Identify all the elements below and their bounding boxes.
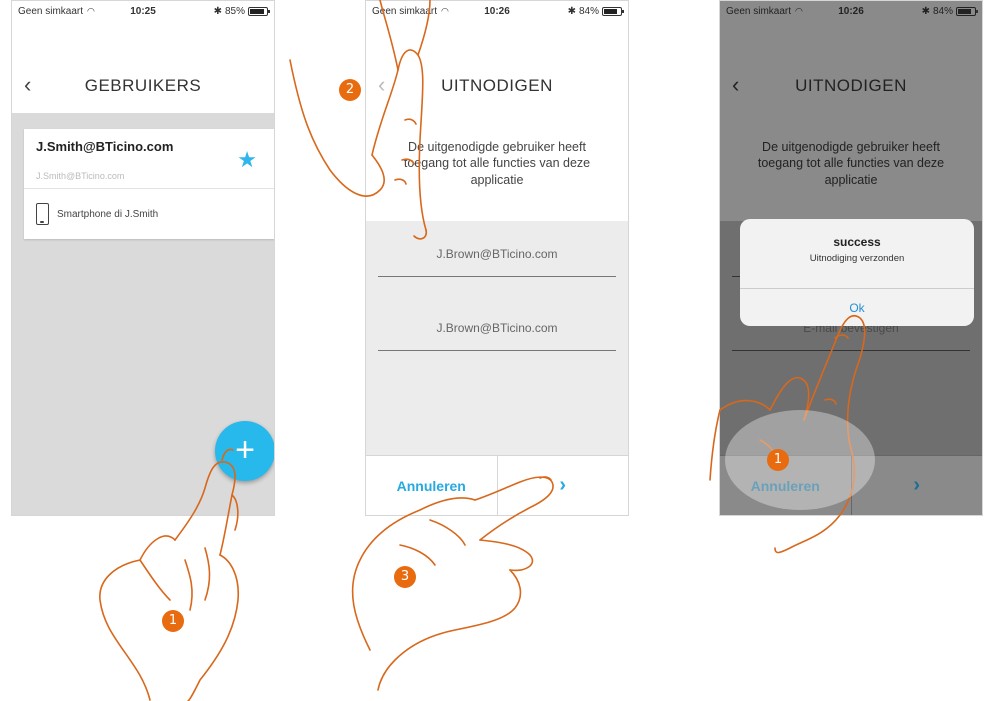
back-button[interactable]: ‹	[378, 74, 385, 96]
user-email: J.Smith@BTicino.com	[36, 139, 174, 154]
clock: 10:26	[838, 5, 864, 17]
nav-bar: ‹ UITNODIGEN	[366, 59, 628, 113]
footer-bar: Annuleren ›	[366, 455, 628, 515]
footer-bar: Annuleren ›	[720, 455, 982, 515]
next-button[interactable]: ›	[498, 456, 629, 515]
user-sub-email: J.Smith@BTicino.com	[36, 171, 125, 181]
dialog-message: Uitnodiging verzonden	[809, 253, 905, 264]
page-title: GEBRUIKERS	[84, 76, 202, 95]
dialog-ok-button[interactable]: Ok	[740, 288, 974, 326]
page-title: UITNODIGEN	[441, 76, 553, 95]
user-card[interactable]: J.Smith@BTicino.com J.Smith@BTicino.com …	[24, 129, 274, 239]
add-user-button[interactable]: +	[215, 421, 274, 481]
device-row[interactable]: Smartphone di J.Smith	[24, 189, 274, 239]
email-field[interactable]: J.Brown@BTicino.com	[378, 237, 616, 277]
back-button[interactable]: ‹	[732, 74, 739, 96]
confirm-email-field[interactable]: J.Brown@BTicino.com	[378, 311, 616, 351]
nav-bar: ‹ GEBRUIKERS	[12, 59, 274, 113]
clock: 10:26	[484, 5, 510, 17]
battery-icon	[602, 6, 624, 16]
star-icon[interactable]: ★	[237, 147, 257, 173]
nav-bar: ‹ UITNODIGEN	[720, 59, 982, 113]
step-badge: 1	[162, 610, 184, 632]
screen-users: Geen simkaart ◠ 10:25 ✱ 85% ‹ GEBRUIKERS…	[11, 0, 275, 516]
success-dialog: success Uitnodiging verzonden Ok	[740, 219, 974, 326]
smartphone-icon	[36, 203, 49, 225]
back-button[interactable]: ‹	[24, 74, 31, 96]
invite-description: De uitgenodigde gebruiker heeft toegang …	[720, 113, 982, 221]
page-title: UITNODIGEN	[795, 76, 907, 95]
device-label: Smartphone di J.Smith	[57, 208, 159, 220]
invite-description: De uitgenodigde gebruiker heeft toegang …	[366, 113, 628, 221]
step-badge: 1	[767, 449, 789, 471]
step-badge: 2	[339, 79, 361, 101]
status-bar: Geen simkaart ◠ 10:26 ✱ 84%	[720, 1, 982, 21]
step-badge: 3	[394, 566, 416, 588]
cancel-button[interactable]: Annuleren	[366, 456, 498, 515]
status-bar: Geen simkaart ◠ 10:25 ✱ 85%	[12, 1, 274, 21]
battery-icon	[248, 6, 270, 16]
battery-icon	[956, 6, 978, 16]
status-bar: Geen simkaart ◠ 10:26 ✱ 84%	[366, 1, 628, 21]
next-button[interactable]: ›	[852, 456, 983, 515]
user-card-header: J.Smith@BTicino.com J.Smith@BTicino.com …	[24, 129, 274, 189]
dialog-title: success	[833, 235, 881, 249]
screen-invite-success: Geen simkaart ◠ 10:26 ✱ 84% ‹ UITNODIGEN…	[719, 0, 983, 516]
clock: 10:25	[130, 5, 156, 17]
screen-invite: Geen simkaart ◠ 10:26 ✱ 84% ‹ UITNODIGEN…	[365, 0, 629, 516]
